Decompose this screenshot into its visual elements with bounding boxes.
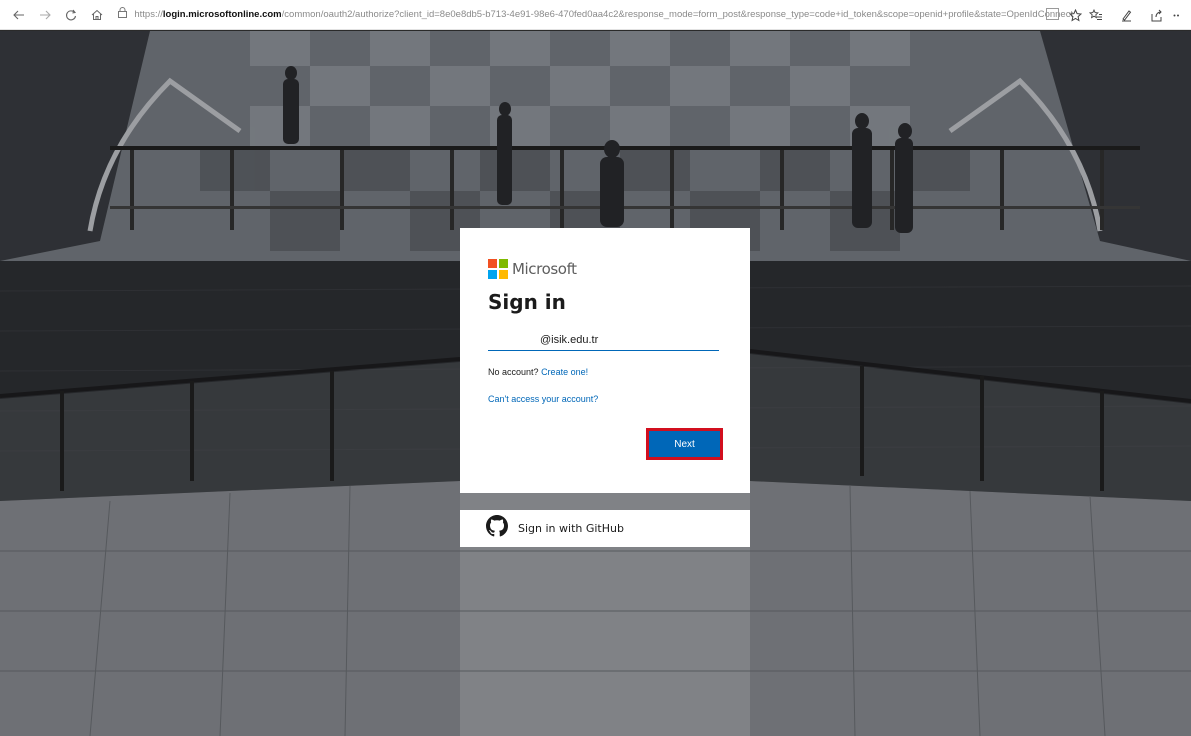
favorites-icon[interactable] (1083, 2, 1109, 28)
url-scheme: https:// (134, 8, 163, 20)
more-icon[interactable] (1173, 2, 1187, 28)
browser-toolbar: https://login.microsoftonline.com/common… (0, 0, 1191, 30)
logo-square-red (488, 259, 497, 268)
url-path: /common/oauth2/authorize?client_id=8e0e8… (281, 8, 1074, 20)
home-icon[interactable] (84, 2, 110, 28)
share-icon[interactable] (1143, 2, 1169, 28)
github-signin-label: Sign in with GitHub (518, 522, 624, 535)
microsoft-brand: Microsoft (488, 258, 720, 280)
no-account-label: No account? (488, 367, 539, 377)
email-field[interactable] (488, 330, 719, 351)
page-title: Sign in (488, 290, 566, 314)
no-account-text: No account? Create one! (488, 367, 720, 377)
forward-icon[interactable] (32, 2, 58, 28)
github-icon (486, 515, 508, 542)
reading-view-icon[interactable] (1046, 8, 1059, 20)
next-button[interactable]: Next (646, 428, 723, 460)
lock-icon (118, 7, 130, 21)
address-bar[interactable]: https://login.microsoftonline.com/common… (114, 3, 1074, 25)
back-icon[interactable] (6, 2, 32, 28)
refresh-icon[interactable] (58, 2, 84, 28)
logo-square-blue (488, 270, 497, 279)
github-signin-option[interactable]: Sign in with GitHub (460, 510, 750, 547)
pen-icon[interactable] (1113, 2, 1139, 28)
url-host: login.microsoftonline.com (162, 8, 282, 20)
create-account-link[interactable]: Create one! (541, 367, 588, 377)
signin-card: Microsoft Sign in No account? Create one… (460, 228, 750, 493)
logo-square-yellow (499, 270, 508, 279)
logo-square-green (499, 259, 508, 268)
cant-access-link[interactable]: Can't access your account? (488, 394, 720, 404)
microsoft-logo-icon (488, 259, 508, 279)
brand-name: Microsoft (512, 260, 577, 278)
